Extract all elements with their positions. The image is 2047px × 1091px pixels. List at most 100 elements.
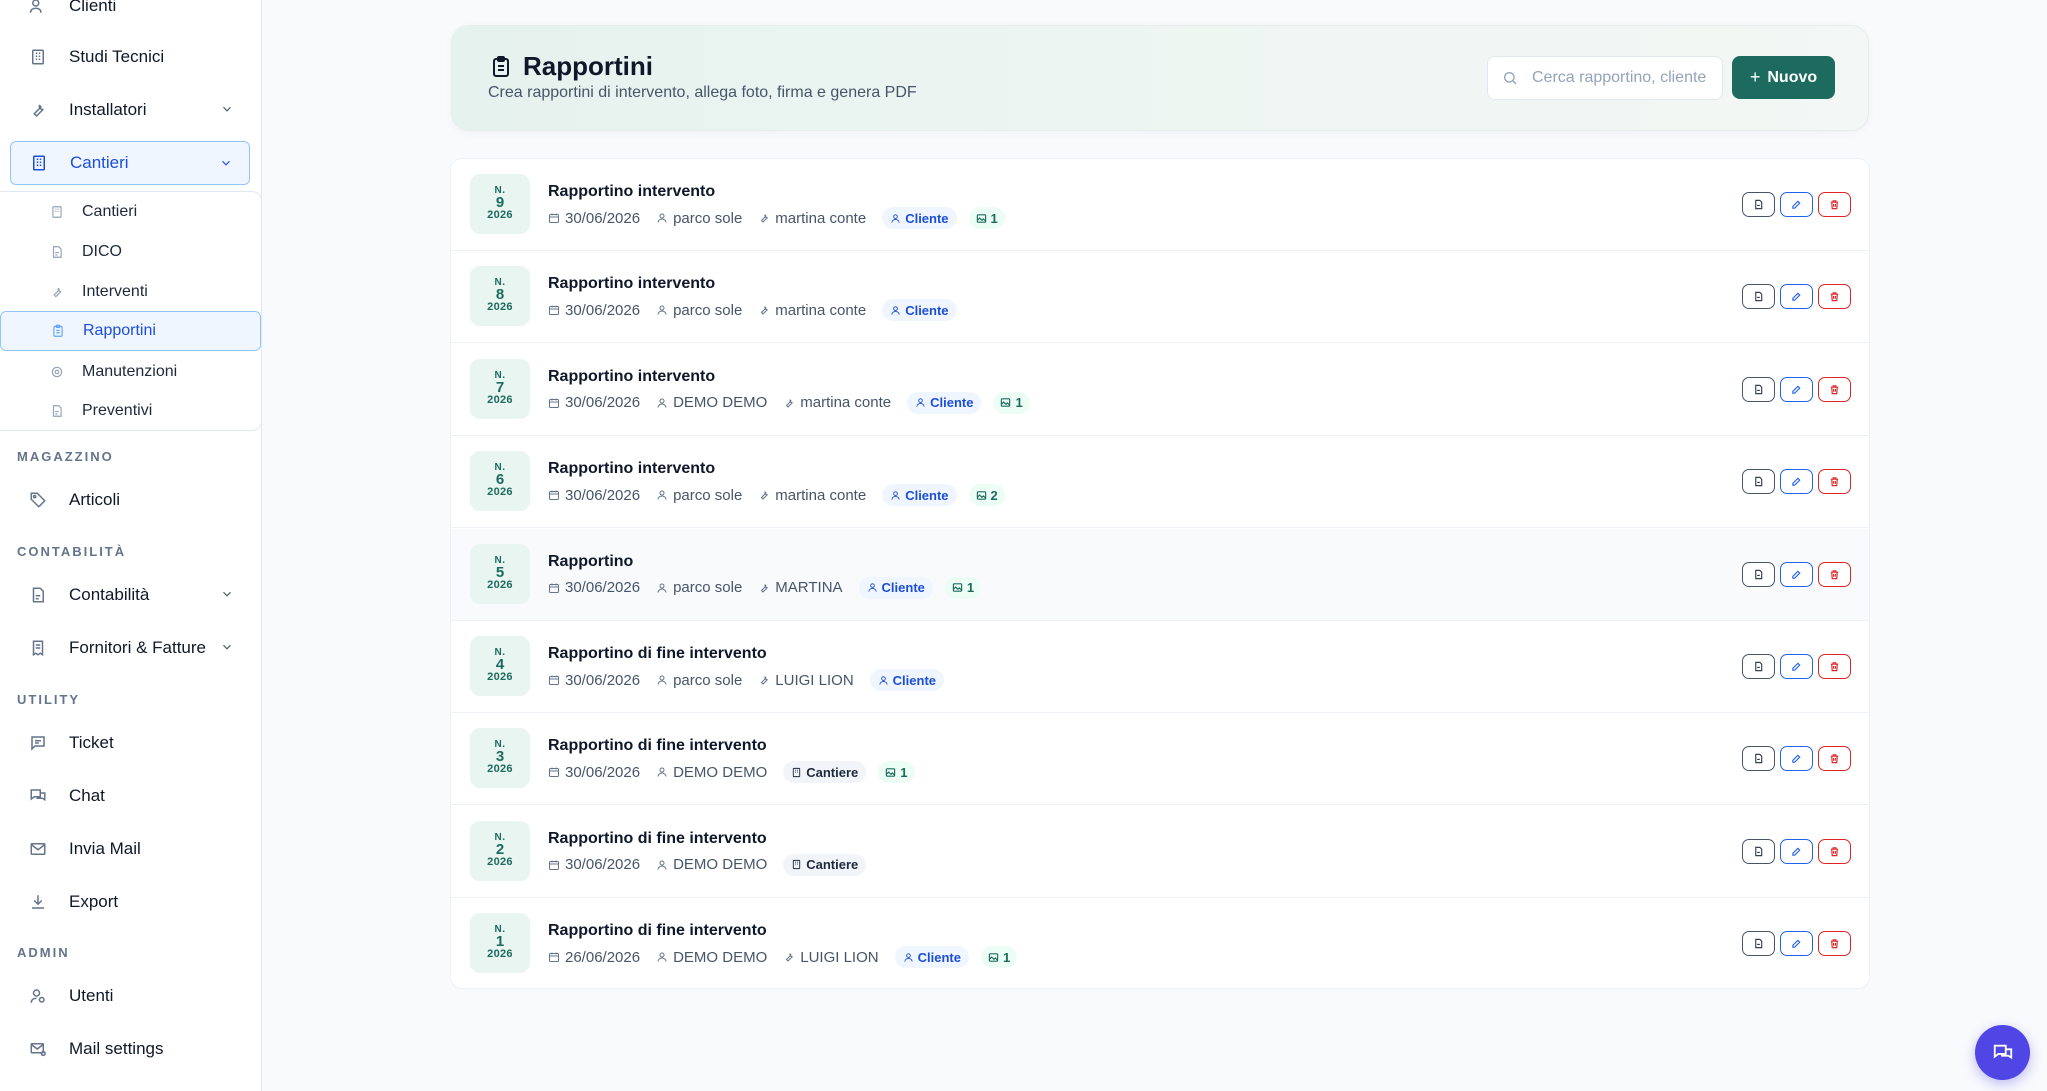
sidebar: Clienti Studi Tecnici Installatori Canti… (0, 0, 262, 1091)
sidebar-item-export[interactable]: Export (10, 880, 250, 924)
chevron-down-icon (223, 591, 231, 597)
pdf-button[interactable] (1742, 561, 1775, 587)
delete-button[interactable] (1818, 376, 1851, 402)
sidebar-item-studi-tecnici[interactable]: Studi Tecnici (10, 35, 250, 79)
submenu-item-cantieri[interactable]: Cantieri (0, 192, 261, 232)
edit-button[interactable] (1780, 838, 1813, 864)
pdf-button[interactable] (1742, 284, 1775, 310)
search-input[interactable] (1532, 69, 1712, 87)
rapportino-row[interactable]: N. 8 2026 Rapportino intervento 30/06/2026 pa… (451, 251, 1869, 344)
rapportino-meta: 30/06/2026 DEMO DEMO Cantiere (548, 853, 878, 877)
photo-count: 1 (990, 210, 998, 226)
building-icon (791, 767, 806, 778)
submenu-item-preventivi[interactable]: Preventivi (0, 391, 261, 431)
rapportino-row[interactable]: N. 6 2026 Rapportino intervento 30/06/2026 pa… (451, 436, 1869, 529)
type-badge: Cliente (907, 391, 982, 414)
type-badge: Cliente (882, 207, 957, 229)
rapportino-row[interactable]: N. 1 2026 Rapportino di fine intervento 26/0… (451, 898, 1869, 988)
mail-icon (29, 840, 47, 858)
message-icon (29, 734, 47, 752)
calendar-icon (548, 582, 565, 594)
date-text: 30/06/2026 (565, 394, 641, 412)
edit-button[interactable] (1780, 376, 1813, 402)
delete-button[interactable] (1818, 192, 1851, 217)
submenu-item-rapportini[interactable]: Rapportini (0, 311, 261, 351)
installer-text: martina conte (775, 209, 867, 227)
sidebar-item-clienti[interactable]: Clienti (10, 0, 250, 28)
submenu-item-interventi[interactable]: Interventi (0, 272, 261, 312)
number-year: 2026 (487, 301, 513, 314)
edit-button[interactable] (1780, 561, 1813, 587)
meta-installer: martina conte (758, 487, 866, 504)
rapportino-row[interactable]: N. 5 2026 Rapportino 30/06/2026 parco sole MAR… (451, 528, 1869, 621)
delete-button[interactable] (1818, 561, 1851, 587)
sidebar-item-label: Clienti (69, 0, 117, 15)
number-year: 2026 (487, 209, 513, 221)
number-badge: N. 8 2026 (470, 266, 530, 327)
submenu-item-manutenzioni[interactable]: Manutenzioni (0, 352, 261, 392)
delete-button[interactable] (1818, 469, 1851, 495)
pdf-button[interactable] (1742, 469, 1775, 495)
download-icon (29, 893, 47, 911)
section-label-admin: ADMIN (17, 945, 70, 960)
building-icon (791, 859, 806, 870)
tag-icon (29, 491, 47, 509)
sidebar-item-cantieri[interactable]: Cantieri (10, 141, 250, 185)
pdf-button[interactable] (1742, 376, 1775, 402)
installer-text: LUIGI LION (800, 948, 879, 966)
delete-button[interactable] (1818, 931, 1851, 957)
client-text: parco sole (673, 209, 743, 227)
new-rapportino-button[interactable]: + Nuovo (1732, 56, 1835, 99)
pdf-button[interactable] (1742, 838, 1775, 864)
edit-button[interactable] (1780, 931, 1813, 957)
edit-button[interactable] (1780, 469, 1813, 495)
number-year: 2026 (487, 671, 513, 683)
type-badge: Cliente (894, 946, 969, 969)
chat-fab-button[interactable] (1975, 1025, 2030, 1080)
sidebar-item-label: Installatori (69, 100, 147, 119)
delete-button[interactable] (1818, 284, 1851, 310)
user-icon (656, 304, 673, 316)
sidebar-item-fornitori-fatture[interactable]: Fornitori & Fatture (10, 626, 250, 670)
pdf-button[interactable] (1742, 746, 1775, 772)
client-text: parco sole (673, 486, 743, 504)
pdf-button[interactable] (1742, 931, 1775, 957)
rapportino-row[interactable]: N. 3 2026 Rapportino di fine intervento 30/0… (451, 713, 1869, 806)
rapportino-row[interactable]: N. 2 2026 Rapportino di fine intervento 30/0… (451, 806, 1869, 898)
meta-date: 30/06/2026 (548, 394, 640, 411)
type-badge-label: Cantiere (806, 764, 859, 780)
rapportino-row[interactable]: N. 9 2026 Rapportino intervento 30/06/2026 pa… (451, 159, 1869, 251)
edit-button[interactable] (1780, 284, 1813, 310)
delete-button[interactable] (1818, 838, 1851, 864)
pdf-button[interactable] (1742, 654, 1775, 679)
sidebar-item-contabilita[interactable]: Contabilità (10, 573, 250, 617)
rapportini-list: N. 9 2026 Rapportino intervento 30/06/2026 pa… (450, 158, 1870, 989)
edit-icon (1791, 384, 1802, 395)
sidebar-item-installatori[interactable]: Installatori (10, 88, 250, 132)
cantieri-submenu: Cantieri DICO Interventi Rapportini Manu… (0, 191, 261, 431)
delete-button[interactable] (1818, 654, 1851, 679)
sidebar-item-articoli[interactable]: Articoli (10, 478, 250, 522)
pdf-icon (1753, 661, 1764, 672)
user-icon (656, 582, 673, 594)
sidebar-item-chat[interactable]: Chat (10, 774, 250, 818)
search-box (1487, 56, 1723, 100)
sidebar-item-utenti[interactable]: Utenti (10, 974, 250, 1018)
meta-installer: martina conte (783, 394, 891, 411)
meta-client: DEMO DEMO (656, 949, 767, 966)
pdf-button[interactable] (1742, 192, 1775, 217)
rapportino-row[interactable]: N. 4 2026 Rapportino di fine intervento 30/0… (451, 621, 1869, 713)
sidebar-item-ticket[interactable]: Ticket (10, 721, 250, 765)
sidebar-item-mail-settings[interactable]: Mail settings (10, 1027, 250, 1071)
edit-button[interactable] (1780, 192, 1813, 217)
sidebar-item-invia-mail[interactable]: Invia Mail (10, 827, 250, 871)
rapportino-row[interactable]: N. 7 2026 Rapportino intervento 30/06/2026 DE… (451, 344, 1869, 436)
delete-button[interactable] (1818, 746, 1851, 772)
wrench-icon (758, 489, 775, 501)
photo-count-badge: 1 (968, 207, 1005, 229)
client-text: parco sole (673, 301, 743, 319)
trash-icon (1829, 291, 1840, 302)
edit-button[interactable] (1780, 654, 1813, 679)
edit-button[interactable] (1780, 746, 1813, 772)
submenu-item-dico[interactable]: DICO (0, 232, 261, 272)
